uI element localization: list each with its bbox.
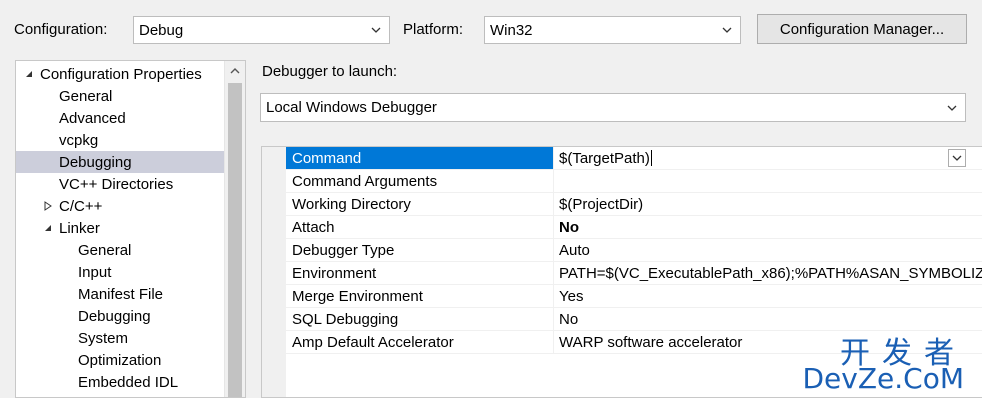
tree-item-linker-system[interactable]: System — [16, 327, 226, 349]
tree-item-linker-debugging[interactable]: Debugging — [16, 305, 226, 327]
debugger-launch-label: Debugger to launch: — [262, 63, 398, 80]
tree-item-label: Embedded IDL — [78, 373, 179, 391]
tree-item-label: Configuration Properties — [40, 65, 202, 83]
tree-item-label: Optimization — [78, 351, 162, 369]
property-value[interactable]: Auto — [554, 239, 982, 261]
tree-item-linker-input[interactable]: Input — [16, 261, 226, 283]
text-cursor — [650, 150, 652, 166]
property-name: SQL Debugging — [286, 308, 554, 330]
property-row-attach[interactable]: Attach No — [286, 216, 982, 239]
property-name: Command Arguments — [286, 170, 554, 192]
property-value[interactable]: Yes — [554, 285, 982, 307]
property-name: Debugger Type — [286, 239, 554, 261]
chevron-down-icon — [371, 27, 381, 33]
property-value: $(TargetPath) — [559, 149, 650, 167]
property-row-environment[interactable]: Environment PATH=$(VC_ExecutablePath_x86… — [286, 262, 982, 285]
tree-item-linker[interactable]: Linker — [16, 217, 226, 239]
tree-item-vcpkg[interactable]: vcpkg — [16, 129, 226, 151]
scrollbar-thumb[interactable] — [228, 83, 242, 397]
tree-item-general[interactable]: General — [16, 85, 226, 107]
tree-item-linker-embedded-idl[interactable]: Embedded IDL — [16, 371, 226, 393]
configuration-manager-button[interactable]: Configuration Manager... — [757, 14, 967, 44]
property-value[interactable]: No — [554, 308, 982, 330]
property-row-merge-environment[interactable]: Merge Environment Yes — [286, 285, 982, 308]
watermark-en-text: DevZe.CoM — [802, 362, 964, 395]
grid-gutter — [262, 147, 286, 397]
platform-label: Platform: — [403, 21, 464, 38]
tree-item-configuration-properties[interactable]: Configuration Properties — [16, 63, 226, 85]
tree-item-advanced[interactable]: Advanced — [16, 107, 226, 129]
tree-item-linker-general[interactable]: General — [16, 239, 226, 261]
property-name: Merge Environment — [286, 285, 554, 307]
property-value[interactable]: No — [554, 216, 982, 238]
tree-item-linker-manifest-file[interactable]: Manifest File — [16, 283, 226, 305]
tree-item-label: Advanced — [59, 109, 126, 127]
platform-value: Win32 — [490, 21, 533, 39]
debugger-launch-value: Local Windows Debugger — [266, 99, 437, 116]
tree-item-label: Input — [78, 263, 112, 281]
chevron-down-icon — [952, 155, 962, 161]
chevron-down-icon — [947, 105, 957, 111]
configuration-label: Configuration: — [14, 21, 108, 38]
configuration-select[interactable]: Debug — [133, 16, 390, 44]
tree-item-vc-directories[interactable]: VC++ Directories — [16, 173, 226, 195]
tree-item-label: Debugging — [78, 307, 151, 325]
tree-item-c-cpp[interactable]: C/C++ — [16, 195, 226, 217]
property-row-working-directory[interactable]: Working Directory $(ProjectDir) — [286, 193, 982, 216]
property-value-input[interactable]: $(TargetPath) — [554, 147, 982, 169]
debugger-launch-select[interactable]: Local Windows Debugger — [260, 93, 966, 122]
triangle-expanded-icon[interactable] — [43, 223, 53, 233]
property-name: Command — [286, 147, 554, 169]
property-value[interactable]: $(ProjectDir) — [554, 193, 982, 215]
triangle-expanded-icon[interactable] — [24, 69, 34, 79]
property-dropdown-button[interactable] — [948, 149, 966, 167]
property-row-command-arguments[interactable]: Command Arguments — [286, 170, 982, 193]
triangle-collapsed-icon[interactable] — [43, 201, 53, 211]
tree-item-linker-optimization[interactable]: Optimization — [16, 349, 226, 371]
platform-select[interactable]: Win32 — [484, 16, 741, 44]
property-name: Environment — [286, 262, 554, 284]
tree-item-label: Linker — [59, 219, 100, 237]
property-value[interactable]: PATH=$(VC_ExecutablePath_x86);%PATH%ASAN… — [554, 262, 982, 284]
property-value[interactable] — [554, 170, 982, 192]
tree-item-label: General — [59, 87, 113, 105]
tree-scrollbar[interactable] — [224, 61, 245, 397]
tree-item-label: Debugging — [59, 153, 132, 171]
chevron-up-icon[interactable] — [229, 66, 241, 76]
tree-item-label: General — [78, 241, 132, 259]
chevron-down-icon — [722, 27, 732, 33]
property-tree[interactable]: Configuration Properties General Advance… — [15, 60, 246, 398]
configuration-value: Debug — [139, 21, 184, 39]
tree-item-label: vcpkg — [59, 131, 99, 149]
watermark-logo: 开发者 DevZe.CoM — [802, 328, 968, 395]
property-name: Working Directory — [286, 193, 554, 215]
tree-item-debugging[interactable]: Debugging — [16, 151, 224, 173]
property-row-command[interactable]: Command $(TargetPath) — [286, 147, 982, 170]
tree-item-label: Manifest File — [78, 285, 164, 303]
tree-item-label: VC++ Directories — [59, 175, 174, 193]
property-name: Attach — [286, 216, 554, 238]
tree-item-label: System — [78, 329, 129, 347]
property-row-debugger-type[interactable]: Debugger Type Auto — [286, 239, 982, 262]
tree-item-label: C/C++ — [59, 197, 103, 215]
property-name: Amp Default Accelerator — [286, 331, 554, 353]
